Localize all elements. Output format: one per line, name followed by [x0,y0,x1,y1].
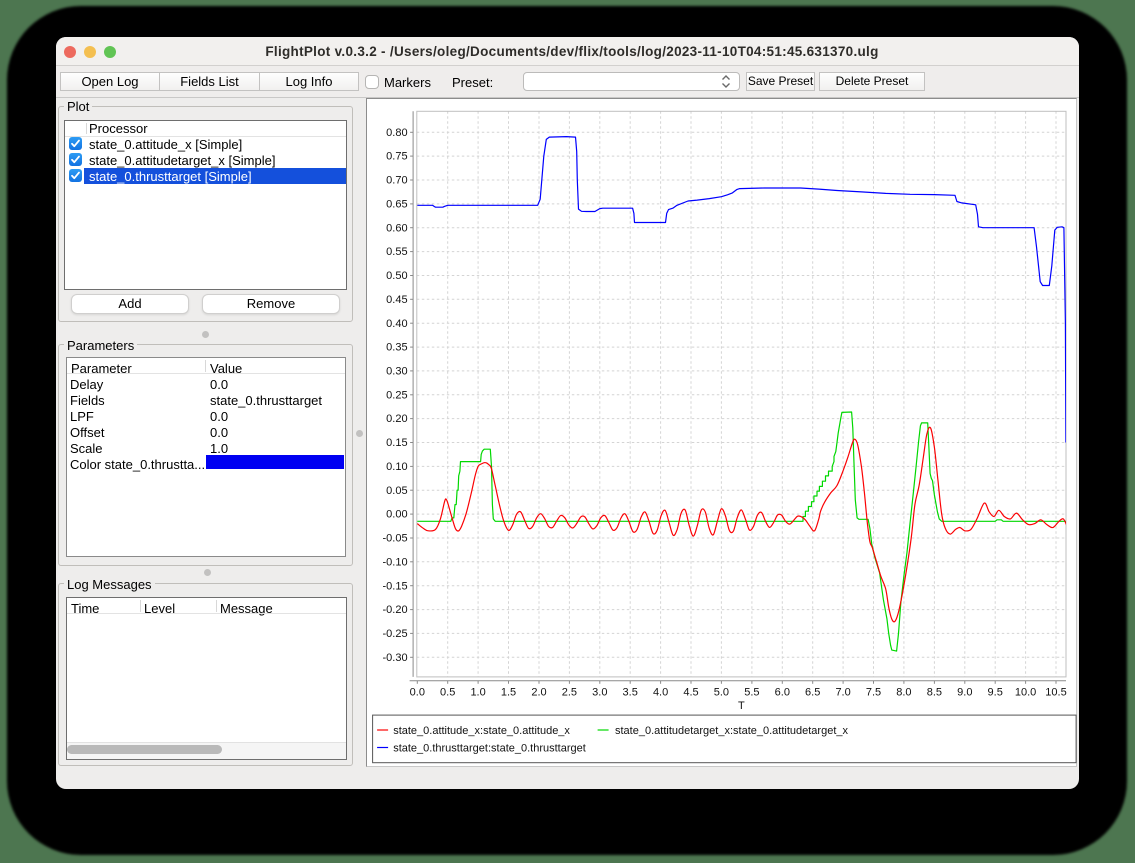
svg-text:10.0: 10.0 [1015,686,1036,698]
svg-text:0.20: 0.20 [386,413,407,425]
svg-text:3.0: 3.0 [592,686,607,698]
svg-text:0.65: 0.65 [386,199,407,211]
svg-text:0.70: 0.70 [386,175,407,187]
svg-text:2.0: 2.0 [531,686,546,698]
svg-text:1.0: 1.0 [470,686,485,698]
svg-text:state_0.attitudetarget_x:state: state_0.attitudetarget_x:state_0.attitud… [615,725,848,737]
svg-text:-0.30: -0.30 [383,652,408,664]
svg-text:0.60: 0.60 [386,222,407,234]
svg-text:7.0: 7.0 [835,686,850,698]
svg-text:4.0: 4.0 [653,686,668,698]
svg-text:0.10: 0.10 [386,461,407,473]
svg-text:9.5: 9.5 [988,686,1003,698]
svg-text:T: T [738,700,745,712]
svg-text:0.00: 0.00 [386,509,407,521]
svg-text:4.5: 4.5 [683,686,698,698]
svg-text:0.45: 0.45 [386,294,407,306]
svg-text:0.80: 0.80 [386,127,407,139]
svg-text:10.5: 10.5 [1045,686,1066,698]
svg-text:-0.05: -0.05 [383,533,408,545]
svg-text:0.05: 0.05 [386,485,407,497]
svg-text:9.0: 9.0 [957,686,972,698]
svg-text:0.35: 0.35 [386,342,407,354]
svg-text:0.75: 0.75 [386,151,407,163]
svg-text:-0.10: -0.10 [383,556,408,568]
svg-text:state_0.thrusttarget:state_0.t: state_0.thrusttarget:state_0.thrusttarge… [393,742,586,754]
svg-text:6.5: 6.5 [805,686,820,698]
svg-text:8.0: 8.0 [896,686,911,698]
svg-text:0.25: 0.25 [386,389,407,401]
svg-text:0.50: 0.50 [386,270,407,282]
svg-text:state_0.attitude_x:state_0.att: state_0.attitude_x:state_0.attitude_x [393,725,570,737]
svg-text:2.5: 2.5 [562,686,577,698]
svg-text:0.15: 0.15 [386,437,407,449]
svg-text:0.5: 0.5 [440,686,455,698]
svg-text:0.0: 0.0 [410,686,425,698]
svg-text:-0.20: -0.20 [383,604,408,616]
svg-text:1.5: 1.5 [501,686,516,698]
svg-text:0.40: 0.40 [386,318,407,330]
svg-text:0.55: 0.55 [386,246,407,258]
svg-text:5.5: 5.5 [744,686,759,698]
svg-text:6.0: 6.0 [775,686,790,698]
svg-text:5.0: 5.0 [714,686,729,698]
svg-text:7.5: 7.5 [866,686,881,698]
svg-text:-0.25: -0.25 [383,628,408,640]
svg-text:8.5: 8.5 [927,686,942,698]
svg-text:0.30: 0.30 [386,366,407,378]
svg-text:3.5: 3.5 [623,686,638,698]
svg-text:-0.15: -0.15 [383,580,408,592]
